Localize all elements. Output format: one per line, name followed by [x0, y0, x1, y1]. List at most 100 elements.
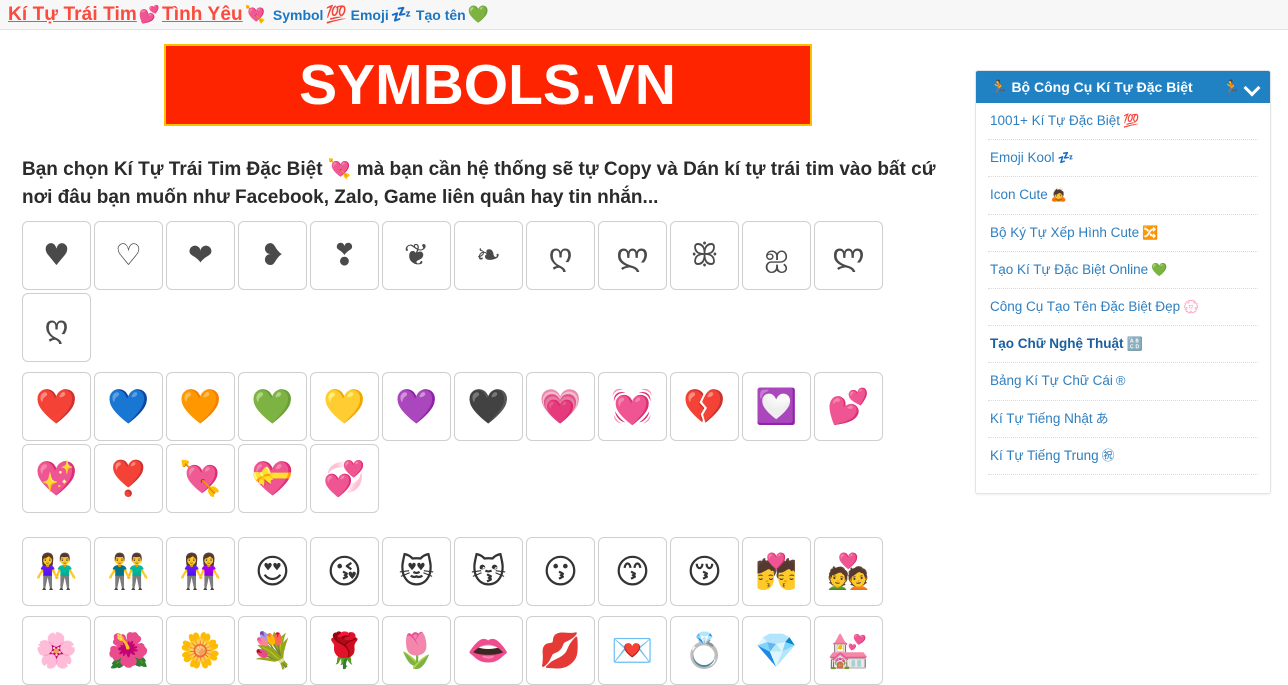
nav-link-tao-ten[interactable]: Tạo tên: [416, 7, 466, 23]
symbol-cell[interactable]: 😘: [310, 537, 379, 607]
symbol-glyph: 🧡: [179, 386, 222, 427]
sidebar-menu-item: Bộ Ký Tự Xếp Hình Cute 🔀: [988, 215, 1258, 252]
sidebar-link-9[interactable]: Kí Tự Tiếng Nhật あ: [988, 401, 1258, 437]
symbol-cell[interactable]: 😽: [454, 537, 523, 607]
symbol-cell[interactable]: 💟: [742, 372, 811, 442]
sidebar-link-10[interactable]: Kí Tự Tiếng Trung ㊗: [988, 438, 1258, 474]
symbol-cell[interactable]: 👭: [166, 537, 235, 607]
symbol-grid-love-people: 👫 👬 👭 😍 😘 😻 😽 😗 😙 😚 💏 💑: [22, 537, 912, 607]
symbol-glyph: 💚: [251, 386, 294, 427]
symbol-cell[interactable]: 💗: [526, 372, 595, 442]
symbol-cell[interactable]: 💍: [670, 616, 739, 685]
symbol-cell[interactable]: ❥: [238, 221, 307, 291]
sidebar-link-4[interactable]: Bộ Ký Tự Xếp Hình Cute 🔀: [988, 215, 1258, 251]
symbol-cell[interactable]: ❤️: [22, 372, 91, 442]
sidebar-link-label: Kí Tự Tiếng Trung: [990, 447, 1099, 463]
symbol-cell[interactable]: 🧡: [166, 372, 235, 442]
symbol-cell[interactable]: 💜: [382, 372, 451, 442]
sidebar-link-2[interactable]: Emoji Kool 💤: [988, 140, 1258, 176]
symbol-cell[interactable]: 💔: [670, 372, 739, 442]
symbol-cell[interactable]: 💚: [238, 372, 307, 442]
sidebar-link-7[interactable]: Tạo Chữ Nghệ Thuật 🔠: [988, 326, 1258, 362]
symbol-cell[interactable]: ლ: [598, 221, 667, 291]
symbol-cell[interactable]: 🌺: [94, 616, 163, 685]
symbol-cell[interactable]: ♥: [22, 221, 91, 291]
symbol-glyph: ஐ: [764, 237, 789, 273]
symbol-cell[interactable]: 💙: [94, 372, 163, 442]
sidebar-menu-item: [988, 475, 1258, 493]
symbol-cell[interactable]: 💒: [814, 616, 883, 685]
symbol-cell[interactable]: 💕: [814, 372, 883, 442]
symbol-cell[interactable]: ❣️: [94, 444, 163, 514]
sidebar-link-11[interactable]: [988, 475, 1258, 493]
symbol-cell[interactable]: 💝: [238, 444, 307, 514]
symbol-cell[interactable]: ꕥ: [670, 221, 739, 291]
nav-link-emoji[interactable]: Emoji: [351, 7, 389, 23]
symbol-cell[interactable]: 🖤: [454, 372, 523, 442]
symbol-cell[interactable]: 💎: [742, 616, 811, 685]
symbol-cell[interactable]: 💞: [310, 444, 379, 514]
symbol-glyph: ❦: [403, 237, 430, 273]
symbol-glyph: 😚: [686, 551, 723, 592]
symbol-cell[interactable]: 🌷: [382, 616, 451, 685]
symbol-glyph: 💍: [683, 630, 726, 671]
symbol-cell[interactable]: ლ: [814, 221, 883, 291]
nav-link-symbol[interactable]: Symbol: [273, 7, 324, 23]
symbol-glyph: 💛: [323, 386, 366, 427]
symbol-cell[interactable]: ღ: [526, 221, 595, 291]
symbol-cell[interactable]: 🌸: [22, 616, 91, 685]
chevron-down-icon[interactable]: [1244, 79, 1260, 95]
symbol-cell[interactable]: 💓: [598, 372, 667, 442]
symbol-cell[interactable]: 💌: [598, 616, 667, 685]
sidebar-widget-header[interactable]: 🏃 Bộ Công Cụ Kí Tự Đặc Biệt 🏃: [976, 71, 1270, 103]
symbol-cell[interactable]: ❤: [166, 221, 235, 291]
sidebar-link-icon: 🔠: [1126, 336, 1143, 352]
site-brand-link[interactable]: Kí Tự Trái Tim: [8, 4, 137, 26]
symbol-glyph: 💗: [539, 386, 582, 427]
symbol-cell[interactable]: 💘: [166, 444, 235, 514]
symbol-cell[interactable]: 💐: [238, 616, 307, 685]
symbol-cell[interactable]: 🌹: [310, 616, 379, 685]
banner-container: SYMBOLS.VN: [0, 30, 975, 126]
sidebar-link-label: Icon Cute: [990, 187, 1048, 203]
brand-link-tinh-yeu[interactable]: Tình Yêu: [162, 4, 243, 26]
symbol-glyph: 💘: [179, 458, 222, 499]
sidebar-link-icon: ㊗: [1101, 447, 1115, 463]
symbol-cell[interactable]: 😻: [382, 537, 451, 607]
sidebar-menu-item: 1001+ Kí Tự Đặc Biệt 💯: [988, 103, 1258, 141]
sidebar-menu-item: Kí Tự Tiếng Nhật あ: [988, 401, 1258, 438]
symbol-cell[interactable]: ♡: [94, 221, 163, 291]
symbol-cell[interactable]: 👬: [94, 537, 163, 607]
sidebar-link-8[interactable]: Bảng Kí Tự Chữ Cái ®: [988, 363, 1258, 399]
symbol-cell[interactable]: ❧: [454, 221, 523, 291]
sidebar-link-3[interactable]: Icon Cute 🙇: [988, 177, 1258, 213]
symbol-cell[interactable]: ღ: [22, 293, 91, 363]
symbol-cell[interactable]: ❦: [382, 221, 451, 291]
sidebar-menu-item: Bảng Kí Tự Chữ Cái ®: [988, 363, 1258, 401]
symbol-glyph: ❤: [187, 237, 214, 273]
symbol-cell[interactable]: 😙: [598, 537, 667, 607]
symbol-cell[interactable]: 😗: [526, 537, 595, 607]
sidebar-link-label: Bảng Kí Tự Chữ Cái: [990, 373, 1113, 389]
symbol-cell[interactable]: 💋: [526, 616, 595, 685]
symbol-cell[interactable]: 💛: [310, 372, 379, 442]
symbol-cell[interactable]: ❣: [310, 221, 379, 291]
symbol-cell[interactable]: 🌼: [166, 616, 235, 685]
symbol-cell[interactable]: 👄: [454, 616, 523, 685]
main-content: SYMBOLS.VN Bạn chọn Kí Tự Trái Tim Đặc B…: [0, 30, 975, 685]
symbol-cell[interactable]: ஐ: [742, 221, 811, 291]
symbol-cell[interactable]: 😚: [670, 537, 739, 607]
sidebar-link-1[interactable]: 1001+ Kí Tự Đặc Biệt 💯: [988, 103, 1258, 139]
symbol-cell[interactable]: 😍: [238, 537, 307, 607]
symbol-cell[interactable]: 👫: [22, 537, 91, 607]
site-banner[interactable]: SYMBOLS.VN: [163, 44, 812, 126]
symbol-cell[interactable]: 💖: [22, 444, 91, 514]
sidebar-link-label: Bộ Ký Tự Xếp Hình Cute: [990, 224, 1140, 240]
symbol-cell[interactable]: 💑: [814, 537, 883, 607]
sidebar-link-6[interactable]: Công Cụ Tạo Tên Đặc Biệt Đẹp 💮: [988, 289, 1258, 325]
sidebar-link-icon: 💮: [1183, 298, 1200, 314]
runner-icon-right: 🏃: [1222, 78, 1240, 95]
sidebar-link-5[interactable]: Tạo Kí Tự Đặc Biệt Online 💚: [988, 252, 1258, 288]
symbol-cell[interactable]: 💏: [742, 537, 811, 607]
runner-icon-left: 🏃: [990, 78, 1008, 95]
